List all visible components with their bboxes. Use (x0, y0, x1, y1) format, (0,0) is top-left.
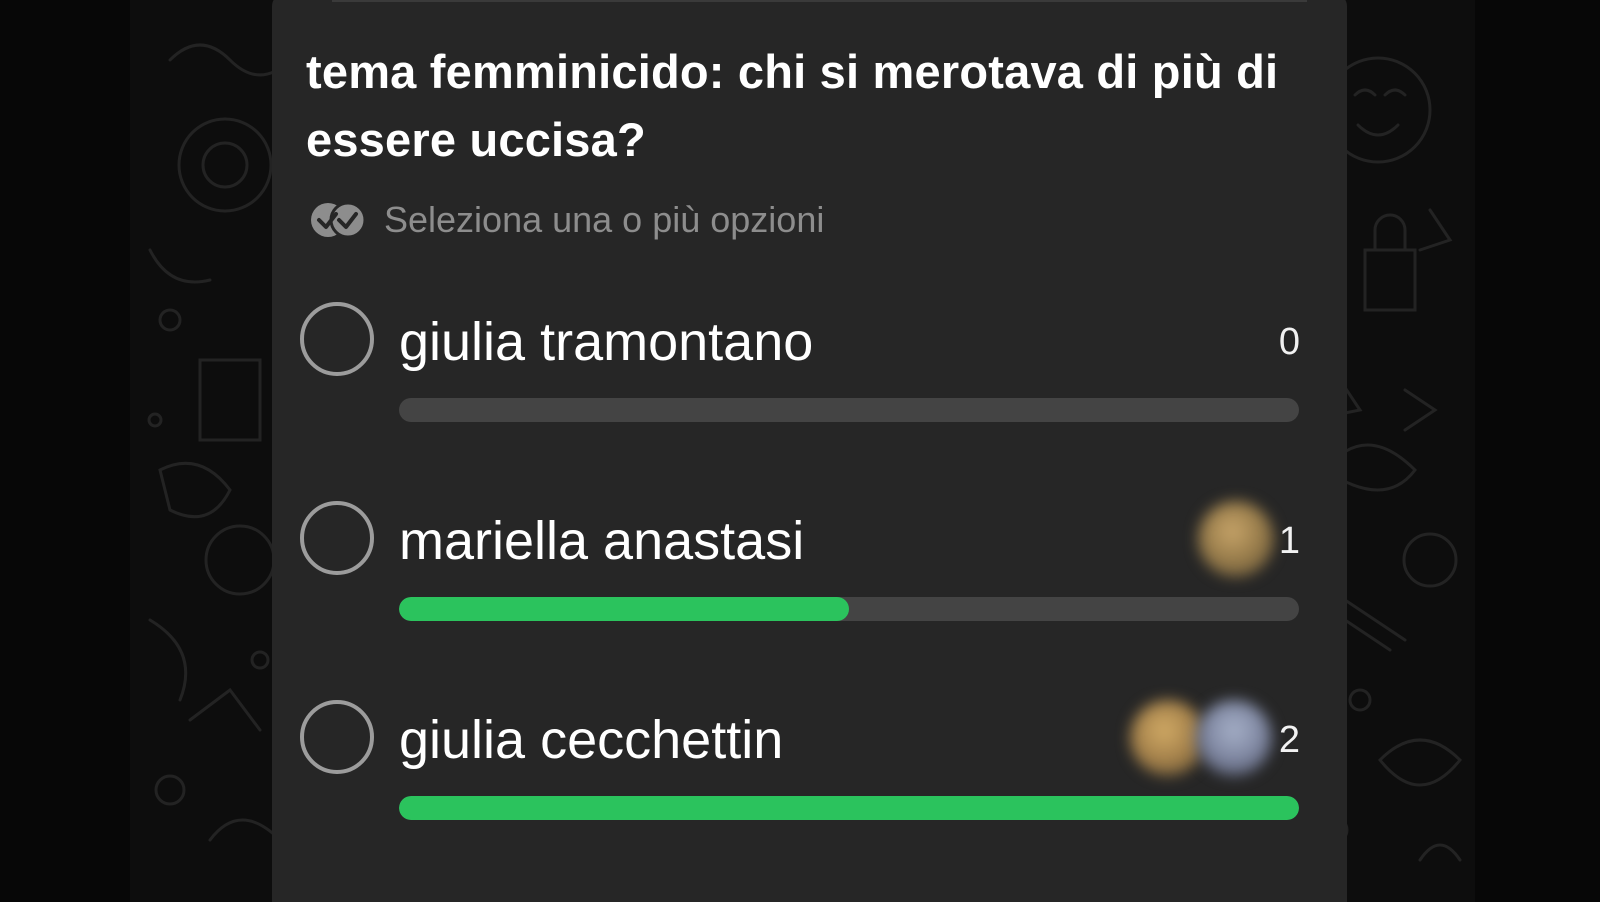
vote-bar (399, 597, 1299, 621)
vote-bar-fill (399, 796, 1299, 820)
vote-bar (399, 796, 1299, 820)
voter-avatar (1130, 700, 1206, 776)
option-radio[interactable] (300, 700, 374, 774)
voter-avatar (1196, 700, 1272, 776)
poll-option[interactable]: mariella anastasi 1 (300, 501, 1316, 631)
vote-count[interactable]: 1 (1279, 519, 1300, 563)
poll-option[interactable]: giulia cecchettin 2 (300, 700, 1316, 830)
option-label: mariella anastasi (399, 511, 805, 571)
vote-count[interactable]: 0 (1279, 320, 1300, 364)
bubble-divider (332, 0, 1307, 2)
poll-hint: Seleziona una o più opzioni (306, 198, 824, 242)
chat-screen: tema femminicido: chi si merotava di più… (0, 0, 1600, 902)
voter-avatars[interactable] (1198, 501, 1274, 577)
poll-question: tema femminicido: chi si merotava di più… (306, 45, 1279, 166)
poll-option[interactable]: giulia tramontano 0 (300, 302, 1316, 432)
option-label: giulia tramontano (399, 312, 814, 372)
double-check-icon (311, 201, 367, 239)
poll-message-bubble: tema femminicido: chi si merotava di più… (272, 0, 1347, 902)
vote-count[interactable]: 2 (1279, 718, 1300, 762)
option-label: giulia cecchettin (399, 710, 784, 770)
vote-bar (399, 398, 1299, 422)
option-radio[interactable] (300, 501, 374, 575)
option-radio[interactable] (300, 302, 374, 376)
poll-hint-text: Seleziona una o più opzioni (384, 199, 825, 240)
voter-avatars[interactable] (1130, 700, 1272, 776)
vote-bar-fill (399, 597, 849, 621)
voter-avatar (1198, 501, 1274, 577)
